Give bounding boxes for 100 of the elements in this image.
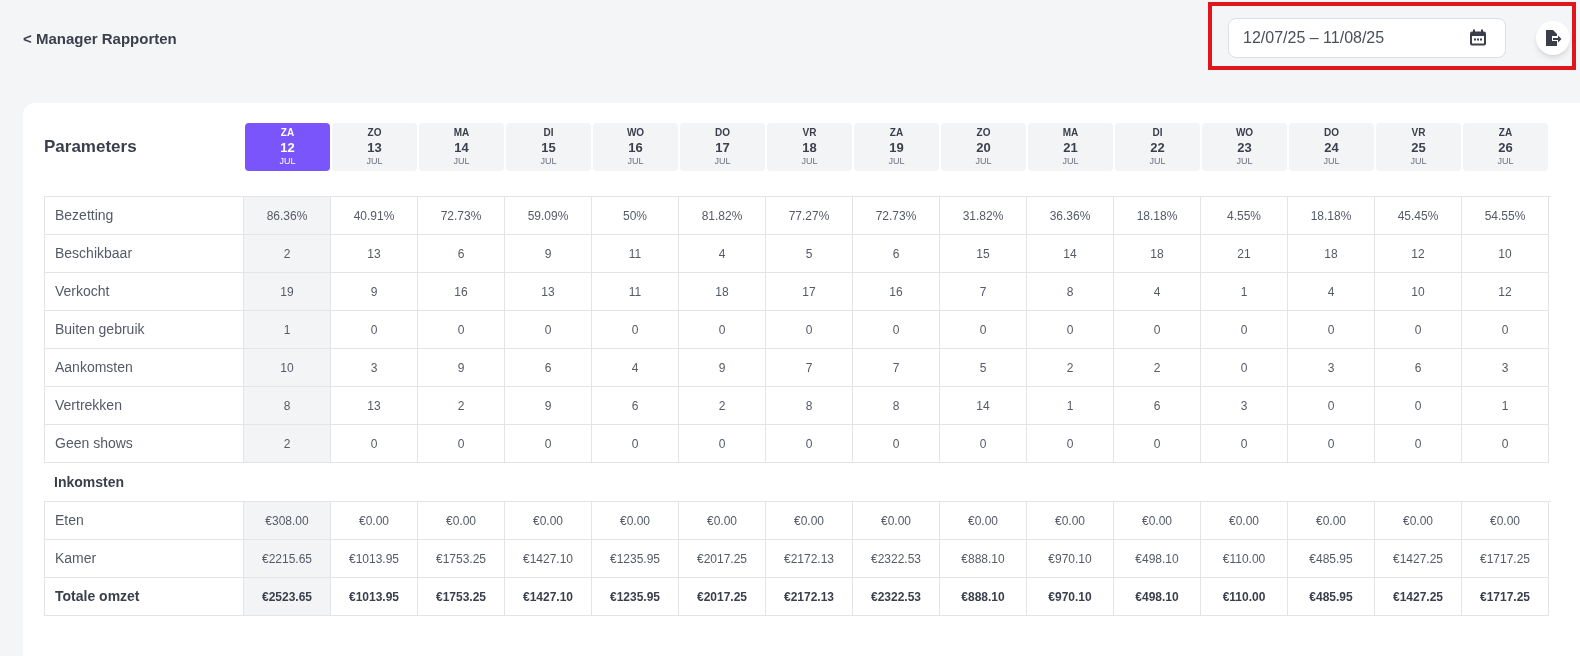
table-cell: 0 — [418, 425, 505, 463]
day-tab[interactable]: ZA 19 JUL — [854, 123, 939, 171]
table-cell: 11 — [592, 273, 679, 311]
table-cell: 0 — [331, 311, 418, 349]
day-tab[interactable]: ZO 20 JUL — [941, 123, 1026, 171]
table-cell: €0.00 — [1462, 502, 1549, 540]
table-cell: 13 — [331, 235, 418, 273]
table-cell: €0.00 — [1027, 502, 1114, 540]
table-cell: 10 — [1462, 235, 1549, 273]
table-cell: €2322.53 — [853, 540, 940, 578]
day-tab[interactable]: DO 17 JUL — [680, 123, 765, 171]
table-cell: 2 — [244, 235, 331, 273]
table-cell: €1717.25 — [1462, 578, 1549, 616]
table-cell: 0 — [1027, 311, 1114, 349]
day-tab[interactable]: MA 14 JUL — [419, 123, 504, 171]
date-range-field[interactable]: 12/07/25 – 11/08/25 — [1228, 18, 1506, 58]
table-cell: 0 — [1288, 387, 1375, 425]
back-link[interactable]: < Manager Rapporten — [23, 28, 177, 51]
table-cell: 0 — [1462, 311, 1549, 349]
table-cell: 0 — [940, 311, 1027, 349]
table-cell: 18.18% — [1114, 197, 1201, 235]
table-cell: €1717.25 — [1462, 540, 1549, 578]
table-cell: 40.91% — [331, 197, 418, 235]
table-cell: €1427.25 — [1375, 578, 1462, 616]
table-cell: 50% — [592, 197, 679, 235]
table-cell: 1 — [1462, 387, 1549, 425]
table-cell: 1 — [1027, 387, 1114, 425]
day-tab[interactable]: VR 18 JUL — [767, 123, 852, 171]
table-cell: €888.10 — [940, 578, 1027, 616]
table-cell: €110.00 — [1201, 578, 1288, 616]
day-tab[interactable]: VR 25 JUL — [1376, 123, 1461, 171]
table-cell: 8 — [244, 387, 331, 425]
table-cell: 0 — [592, 425, 679, 463]
table-cell: 7 — [766, 349, 853, 387]
table-cell: 10 — [1375, 273, 1462, 311]
day-tab[interactable]: ZO 13 JUL — [332, 123, 417, 171]
table-cell: €1013.95 — [331, 578, 418, 616]
table-cell: 3 — [331, 349, 418, 387]
table-cell: 18 — [679, 273, 766, 311]
table-cell: 0 — [1288, 311, 1375, 349]
table-cell: 77.27% — [766, 197, 853, 235]
table-cell: €1235.95 — [592, 540, 679, 578]
table-cell: 0 — [1114, 311, 1201, 349]
table-cell: 72.73% — [853, 197, 940, 235]
table-cell: 2 — [1114, 349, 1201, 387]
table-cell: 2 — [244, 425, 331, 463]
table-cell: 81.82% — [679, 197, 766, 235]
table-cell: 31.82% — [940, 197, 1027, 235]
day-tab[interactable]: MA 21 JUL — [1028, 123, 1113, 171]
table-cell: 9 — [418, 349, 505, 387]
table-cell: €0.00 — [940, 502, 1027, 540]
table-cell: €0.00 — [1375, 502, 1462, 540]
export-button[interactable] — [1536, 21, 1570, 55]
table-cell: €2215.65 — [244, 540, 331, 578]
table-cell: €485.95 — [1288, 578, 1375, 616]
table-cell: 0 — [418, 311, 505, 349]
table-cell: 21 — [1201, 235, 1288, 273]
table-cell: 9 — [505, 235, 592, 273]
table-cell: 45.45% — [1375, 197, 1462, 235]
table-cell: 59.09% — [505, 197, 592, 235]
day-tab[interactable]: DI 15 JUL — [506, 123, 591, 171]
table-cell: 3 — [1462, 349, 1549, 387]
table-cell: 5 — [940, 349, 1027, 387]
table-cell: 3 — [1201, 387, 1288, 425]
day-tab[interactable]: WO 23 JUL — [1202, 123, 1287, 171]
table-cell: 1 — [1201, 273, 1288, 311]
table-cell: €498.10 — [1114, 578, 1201, 616]
table-cell: 11 — [592, 235, 679, 273]
day-tab[interactable]: ZA 12 JUL — [245, 123, 330, 171]
table-cell: €2523.65 — [244, 578, 331, 616]
day-tab[interactable]: DI 22 JUL — [1115, 123, 1200, 171]
table-cell: €1427.25 — [1375, 540, 1462, 578]
table-cell: €1427.10 — [505, 540, 592, 578]
table-cell: €2172.13 — [766, 578, 853, 616]
table-cell: 0 — [679, 311, 766, 349]
table-cell: €970.10 — [1027, 578, 1114, 616]
day-tab[interactable]: DO 24 JUL — [1289, 123, 1374, 171]
table-cell: 16 — [853, 273, 940, 311]
table-cell: €0.00 — [853, 502, 940, 540]
table-cell: 4 — [592, 349, 679, 387]
table-cell: €0.00 — [331, 502, 418, 540]
table-cell: €2172.13 — [766, 540, 853, 578]
table-cell: 0 — [1462, 425, 1549, 463]
table-cell: €0.00 — [505, 502, 592, 540]
table-cell: €0.00 — [1201, 502, 1288, 540]
table-cell: 6 — [505, 349, 592, 387]
table-cell: 9 — [679, 349, 766, 387]
day-tab[interactable]: ZA 26 JUL — [1463, 123, 1548, 171]
table-cell: 3 — [1288, 349, 1375, 387]
table-cell: €1753.25 — [418, 578, 505, 616]
table-cell: 14 — [940, 387, 1027, 425]
table-cell: 0 — [1201, 311, 1288, 349]
table-cell: 6 — [1114, 387, 1201, 425]
table-cell: 6 — [1375, 349, 1462, 387]
table-cell: 4 — [679, 235, 766, 273]
table-cell: 13 — [331, 387, 418, 425]
day-tab[interactable]: WO 16 JUL — [593, 123, 678, 171]
table-cell: 0 — [1114, 425, 1201, 463]
table-cell: 16 — [418, 273, 505, 311]
table-cell: 0 — [853, 311, 940, 349]
